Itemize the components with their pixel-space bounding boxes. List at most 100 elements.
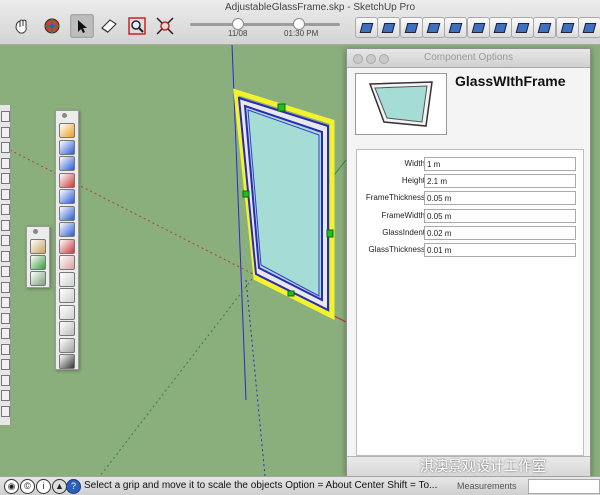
eraser-tool-button[interactable] [97, 14, 121, 38]
palette-tool-icon[interactable] [59, 337, 75, 353]
option-row: GlassIndent 0.02 m [357, 225, 583, 243]
hidden-line-view-button[interactable] [533, 17, 557, 38]
palette-tool-icon[interactable] [59, 354, 75, 369]
left-palette-tool-icon[interactable] [1, 188, 10, 200]
option-row: FrameWidth 0.05 m [357, 208, 583, 226]
left-palette-tool-icon[interactable] [1, 328, 10, 339]
left-palette-tool-icon[interactable] [1, 204, 10, 215]
components-tool-button[interactable] [40, 14, 64, 38]
palette-close-icon[interactable] [33, 229, 38, 234]
left-palette-tool-icon[interactable] [1, 111, 10, 122]
palette-tool-icon[interactable] [30, 255, 46, 270]
zoom-extents-tool-button[interactable] [125, 14, 149, 38]
eraser-icon [101, 19, 117, 33]
textured-view-button[interactable] [578, 17, 600, 38]
option-row: Width 1 m [357, 157, 583, 174]
option-row: FrameThickness 0.05 m [357, 191, 583, 208]
right-view-button[interactable] [421, 17, 445, 38]
info-icon[interactable]: i [36, 479, 51, 494]
palette-tool-icon[interactable] [59, 321, 75, 336]
palette-close-icon[interactable] [62, 113, 67, 118]
left-palette-tool-icon[interactable] [1, 374, 10, 386]
status-bar: ◉ © i ▲ ? Select a grip and move it to s… [0, 476, 600, 495]
scale-grip-left[interactable] [242, 190, 250, 198]
left-palette-tool-icon[interactable] [1, 281, 10, 293]
palette-tool-icon[interactable] [59, 172, 75, 188]
back-view-button[interactable] [444, 17, 468, 38]
left-palette-tool-icon[interactable] [1, 359, 10, 370]
palette-tool-icon[interactable] [59, 238, 75, 254]
left-palette-tool-icon[interactable] [1, 126, 10, 138]
select-tool-button[interactable] [70, 14, 94, 38]
select-arrow-icon [78, 20, 87, 33]
xray-view-icon [493, 23, 508, 33]
scale-grip-right[interactable] [326, 229, 334, 238]
scale-icon [156, 17, 174, 35]
measurements-input[interactable] [528, 479, 600, 494]
shadow-time-slider[interactable] [190, 23, 340, 26]
left-palette-tool-icon[interactable] [1, 235, 10, 246]
watermark-text: 淇澳景观设计工作室 [420, 458, 546, 474]
left-palette-tool-icon[interactable] [1, 405, 10, 417]
palette-tool-icon[interactable] [30, 239, 46, 254]
status-message: Select a grip and move it to scale the o… [84, 480, 438, 491]
option-value-field[interactable]: 1 m [424, 157, 576, 171]
left-palette-tool-icon[interactable] [1, 266, 10, 277]
option-value-field[interactable]: 0.05 m [424, 208, 576, 223]
components-icon [44, 18, 60, 34]
window-title: AdjustableGlassFrame.skp - SketchUp Pro [225, 2, 416, 13]
left-palette-tool-icon[interactable] [1, 390, 10, 401]
palette-tool-icon[interactable] [59, 189, 75, 204]
left-palette-tool-icon[interactable] [1, 142, 10, 153]
left-palette-tool-icon[interactable] [1, 297, 10, 308]
help-icon[interactable]: ? [66, 479, 81, 494]
palette-tool-icon[interactable] [59, 255, 75, 270]
zoom-extents-icon [128, 17, 146, 35]
left-tool-palette [0, 105, 11, 425]
xray-view-button[interactable] [488, 17, 512, 38]
palette-tool-icon[interactable] [59, 123, 75, 138]
orbit-tool-button[interactable] [10, 14, 34, 38]
palette-tool-icon[interactable] [30, 271, 46, 286]
iso-view-button[interactable] [355, 17, 378, 38]
palette-tool-icon[interactable] [59, 288, 75, 303]
palette-tool-icon[interactable] [59, 156, 75, 171]
top-view-button[interactable] [377, 17, 401, 38]
option-value-field[interactable]: 0.05 m [424, 191, 576, 206]
component-thumbnail [355, 73, 447, 135]
palette-tool-icon[interactable] [59, 139, 75, 155]
palette-tool-icon[interactable] [59, 205, 75, 221]
palette-tool-icon[interactable] [59, 222, 75, 237]
option-label: Width [404, 159, 425, 168]
dialog-title-bar[interactable]: Component Options [347, 49, 590, 68]
wireframe-view-button[interactable] [511, 17, 535, 38]
option-value-field[interactable]: 2.1 m [424, 174, 576, 189]
dialog-title: Component Options [424, 52, 513, 63]
left-palette-tool-icon[interactable] [1, 157, 10, 169]
scale-tool-button[interactable] [153, 14, 177, 38]
left-palette-tool-icon[interactable] [1, 219, 10, 231]
front-view-icon [404, 23, 418, 33]
top-view-icon [381, 23, 396, 33]
left-palette-tool-icon[interactable] [1, 312, 10, 324]
palette-tool-icon[interactable] [59, 271, 75, 287]
component-name: GlassWIthFrame [455, 73, 566, 89]
scale-grip-bottom[interactable] [287, 290, 295, 297]
credits-icon[interactable]: © [20, 479, 35, 494]
option-value-field[interactable]: 0.01 m [424, 243, 576, 257]
option-value-field[interactable]: 0.02 m [424, 225, 576, 240]
front-view-button[interactable] [399, 17, 423, 38]
shaded-view-button[interactable] [555, 17, 579, 38]
user-icon[interactable]: ▲ [52, 479, 67, 494]
left-view-button[interactable] [466, 17, 490, 38]
option-row: Height 2.1 m [357, 174, 583, 191]
left-palette-tool-icon[interactable] [1, 343, 10, 355]
scale-grip-top[interactable] [277, 103, 286, 112]
option-label: GlassIndent [382, 227, 425, 237]
shaded-view-icon [560, 23, 575, 33]
left-palette-tool-icon[interactable] [1, 250, 10, 262]
palette-tool-icon[interactable] [59, 304, 75, 320]
left-palette-tool-icon[interactable] [1, 173, 10, 184]
geo-location-icon[interactable]: ◉ [4, 479, 19, 494]
textured-view-icon [582, 23, 597, 33]
